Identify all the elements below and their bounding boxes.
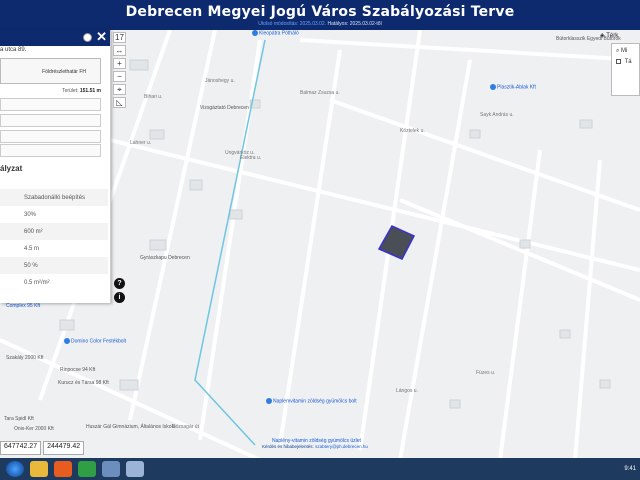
parcel-boundary-button[interactable]: Földrészlethatár FH [0, 58, 101, 84]
zoom-in-button[interactable]: + [113, 58, 126, 69]
firefox-icon[interactable] [54, 461, 72, 477]
poi-rinpocse[interactable]: Rinpocse 94 Kft [60, 367, 95, 373]
street-label: Lahner u. [130, 140, 152, 146]
measure-icon[interactable]: ◺ [113, 97, 126, 108]
street-label: Jánoshegy u. [205, 78, 235, 84]
search-icon: ⌕ [616, 48, 620, 54]
table-row: 0.5 m²/m² [24, 279, 50, 286]
street-label: Dózsagár út [172, 424, 199, 430]
chrome-icon[interactable] [78, 461, 96, 477]
report-email-link[interactable]: szabtery@ph.debrecen.hu [315, 444, 368, 449]
location-pin-icon[interactable]: ⌖ [113, 84, 126, 95]
table-row: 4.5 m [24, 245, 40, 252]
street-label: Elektra u. [240, 155, 262, 161]
zoom-out-button[interactable]: − [113, 71, 126, 82]
table-row: 600 m² [0, 223, 108, 240]
street-label: Bihari u. [144, 94, 163, 100]
info-icon[interactable]: i [114, 292, 125, 303]
coord-y: 244479.42 [43, 441, 85, 455]
regulation-section-title: ályzat [0, 164, 23, 173]
table-row: 50 % [0, 257, 108, 274]
poi-huszar[interactable]: Huszár Gál Gimnázium, Általános Iskola [86, 424, 175, 430]
place-marker-icon [64, 338, 70, 344]
layer-option-mi[interactable]: ⌕ Mi [612, 44, 639, 55]
notepad-icon[interactable] [126, 461, 144, 477]
start-button-icon[interactable] [6, 461, 24, 477]
close-icon[interactable]: ✕ [96, 29, 107, 45]
footer-note: Kérdés és hibabejelentés: szabtery@ph.de… [262, 444, 368, 449]
modification-link[interactable]: Utolsó módosítás: 2025.03.02. [258, 21, 326, 27]
street-label: Balmaz Zsuzsa u. [300, 90, 340, 96]
layers-icon: ◈ [600, 33, 605, 39]
info-field[interactable] [0, 98, 101, 111]
poi-gyraszkapu[interactable]: Gyrászkapu Debrecen [140, 255, 190, 261]
os-taskbar: 9:41 [0, 458, 640, 480]
parcel-area: Terület: 151.51 m [62, 88, 101, 94]
poi-plasztik[interactable]: Plasztik-Ablak Kft [490, 84, 536, 90]
globe-icon[interactable] [83, 33, 92, 42]
page-title: Debrecen Megyei Jogú Város Szabályozási … [125, 4, 515, 20]
header-subline: Utolsó módosítás: 2025.03.02. Hatályos: … [0, 21, 640, 27]
poi-onix[interactable]: Onix-Ker 2000 Kft [14, 426, 54, 432]
info-buttons: ? i [114, 278, 125, 306]
pan-icon[interactable]: ↔ [113, 45, 126, 56]
poi-domino[interactable]: Domino Color Festékbolt [64, 338, 126, 344]
table-row: Szabadonálló beépítés [0, 189, 108, 206]
layers-toggle[interactable]: ◈ Térk [597, 30, 640, 39]
parcel-info-panel: ✕ a utca 89. Földrészlethatár FH Terület… [0, 29, 111, 303]
info-field[interactable] [0, 130, 101, 143]
info-field[interactable] [0, 114, 101, 127]
poi-szakaly[interactable]: Szakály 2000 Kft [6, 355, 44, 361]
regulation-table: Szabadonálló beépítés 30% 600 m² 4.5 m 5… [0, 189, 108, 291]
poi-vizsgaztato[interactable]: Vizsgáztató Debrecen [200, 105, 249, 111]
info-field[interactable] [0, 144, 101, 157]
poi-tara[interactable]: Tara Spidl Kft [4, 416, 34, 422]
coord-x: 647742.27 [0, 441, 42, 455]
layer-option-ta[interactable]: Tá [612, 55, 639, 65]
layer-options: ⌕ Mi Tá [611, 43, 640, 96]
table-row: 30% [24, 211, 37, 218]
map-toolbar: 17 ↔ + − ⌖ ◺ [113, 32, 127, 110]
app-icon[interactable] [102, 461, 120, 477]
app-header: Debrecen Megyei Jogú Város Szabályozási … [0, 0, 640, 30]
checkbox[interactable] [616, 59, 621, 64]
place-marker-icon [252, 30, 258, 36]
street-label: Köztelek u. [400, 128, 425, 134]
validity-text: Hatályos: 2025.03.02-től [327, 21, 382, 27]
zoom-level: 17 [113, 32, 126, 43]
street-label: Lángos u. [396, 388, 418, 394]
street-label: Füzes u. [476, 370, 496, 376]
place-marker-icon [490, 84, 496, 90]
place-marker-icon [266, 398, 272, 404]
poi-complex[interactable]: Complex 95 Kft [6, 303, 40, 309]
coordinate-readout: 647742.27 244479.42 [0, 441, 86, 455]
layer-control: ◈ Térk ⌕ Mi Tá [597, 30, 640, 96]
parcel-address: a utca 89. [0, 47, 27, 53]
panel-header: ✕ [0, 29, 110, 46]
poi-naplemvitamin[interactable]: Naplemvitamin zöldség gyümölcs bolt [266, 398, 357, 404]
taskbar-clock: 9:41 [624, 466, 636, 472]
street-label: Sayk András u. [480, 112, 514, 118]
poi-kurucz[interactable]: Kurucz és Társa 98 Kft [58, 380, 109, 386]
explorer-icon[interactable] [30, 461, 48, 477]
help-icon[interactable]: ? [114, 278, 125, 289]
poi-kleopatra[interactable]: Kleopátra Pótháló [252, 30, 299, 36]
